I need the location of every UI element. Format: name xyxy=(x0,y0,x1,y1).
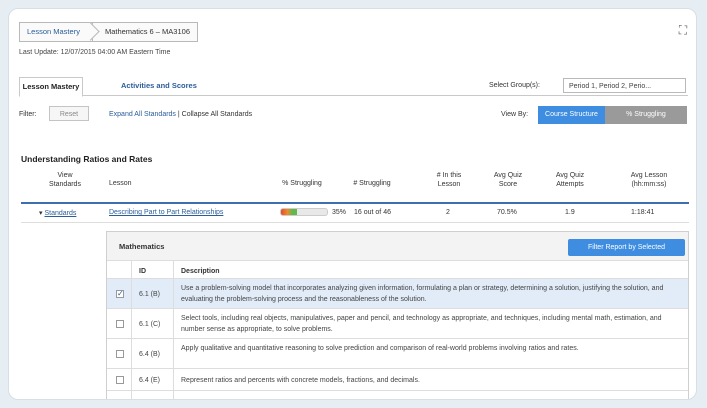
standards-toggle-links: Expand All Standards | Collapse All Stan… xyxy=(109,111,252,118)
last-update-text: Last Update: 12/07/2015 04:00 AM Eastern… xyxy=(19,49,171,56)
avg-quiz-attempts-value: 1.9 xyxy=(565,209,575,216)
standard-id: 6.4 (E) xyxy=(139,377,161,384)
standard-checkbox[interactable] xyxy=(116,376,124,384)
standard-id: 6.4 (B) xyxy=(139,351,161,358)
view-by-label: View By: xyxy=(501,111,529,118)
col-avg-quiz-score: Avg Quiz Score xyxy=(493,172,523,188)
num-in-lesson-value: 2 xyxy=(446,209,450,216)
col-id: ID xyxy=(139,268,146,275)
standard-row[interactable]: 6.4 (B) Apply qualitative and quantitati… xyxy=(107,339,688,369)
group-select-label: Select Group(s): xyxy=(489,82,540,89)
standard-checkbox[interactable] xyxy=(116,350,124,358)
tab-activities-and-scores[interactable]: Activities and Scores xyxy=(113,77,205,95)
report-panel: Lesson Mastery Mathematics 6 – MA3106 ⛶ … xyxy=(8,8,697,400)
reset-button[interactable]: Reset xyxy=(49,106,89,121)
num-struggling-value: 16 out of 46 xyxy=(354,209,391,216)
standards-link[interactable]: Standards xyxy=(44,210,76,217)
section-title: Understanding Ratios and Rates xyxy=(21,154,153,164)
standards-toggle[interactable]: ▾ Standards xyxy=(39,209,76,217)
struggling-progress-bar xyxy=(280,208,328,216)
standard-description: Use a problem-solving model that incorpo… xyxy=(181,285,664,303)
standard-row[interactable]: ✓ 6.1 (B) Use a problem-solving model th… xyxy=(107,279,688,309)
filter-report-by-selected-button[interactable]: Filter Report by Selected xyxy=(568,239,685,256)
expand-all-standards-link[interactable]: Expand All Standards xyxy=(109,111,176,118)
view-by-course-structure-button[interactable]: Course Structure xyxy=(538,106,605,124)
group-select[interactable]: Period 1, Period 2, Perio... xyxy=(563,78,686,93)
header-rule xyxy=(21,202,689,204)
standard-description: Apply qualitative and quantitative reaso… xyxy=(181,345,579,352)
col-num-struggling: # Struggling xyxy=(353,180,391,187)
column-divider xyxy=(173,260,174,399)
column-divider xyxy=(131,260,132,399)
standard-id: 6.1 (C) xyxy=(139,321,161,328)
standard-row[interactable]: 6.1 (C) Select tools, including real obj… xyxy=(107,309,688,339)
col-avg-lesson-time: Avg Lesson (hh:mm:ss) xyxy=(630,172,668,188)
col-lesson: Lesson xyxy=(109,180,132,187)
row-divider xyxy=(21,222,689,223)
lesson-link[interactable]: Describing Part to Part Relationships xyxy=(109,209,223,216)
breadcrumb-lesson-mastery[interactable]: Lesson Mastery xyxy=(19,22,92,42)
col-num-in-lesson: # In this Lesson xyxy=(436,172,462,188)
col-view-standards: View Standards xyxy=(49,172,81,188)
struggling-progress-fill xyxy=(281,209,298,215)
standards-panel-title: Mathematics xyxy=(119,242,165,251)
col-description: Description xyxy=(181,268,220,275)
standard-checkbox[interactable] xyxy=(116,320,124,328)
standard-description: Select tools, including real objects, ma… xyxy=(181,315,662,333)
tabs-divider xyxy=(19,95,688,96)
collapse-all-standards-link[interactable]: Collapse All Standards xyxy=(182,111,252,118)
pct-struggling-value: 35% xyxy=(332,209,347,216)
tab-lesson-mastery[interactable]: Lesson Mastery xyxy=(19,77,83,97)
standard-checkbox-checked[interactable]: ✓ xyxy=(116,290,124,298)
breadcrumb: Lesson Mastery Mathematics 6 – MA3106 xyxy=(19,22,198,42)
col-pct-struggling: % Struggling xyxy=(282,180,322,187)
standards-panel: Mathematics Filter Report by Selected ID… xyxy=(106,231,689,399)
view-by-struggling-button[interactable]: % Struggling xyxy=(605,106,687,124)
breadcrumb-course: Mathematics 6 – MA3106 xyxy=(91,22,198,42)
standard-id: 6.1 (B) xyxy=(139,291,161,298)
avg-quiz-score-value: 70.5% xyxy=(497,209,517,216)
filter-label: Filter: xyxy=(19,111,37,118)
avg-lesson-time-value: 1:18:41 xyxy=(631,209,655,216)
standard-row[interactable]: 6.4 (E) Represent ratios and percents wi… xyxy=(107,369,688,391)
fullscreen-icon[interactable]: ⛶ xyxy=(677,24,689,36)
col-avg-quiz-attempts: Avg Quiz Attempts xyxy=(555,172,585,188)
standard-description: Represent ratios and percents with concr… xyxy=(181,377,420,384)
